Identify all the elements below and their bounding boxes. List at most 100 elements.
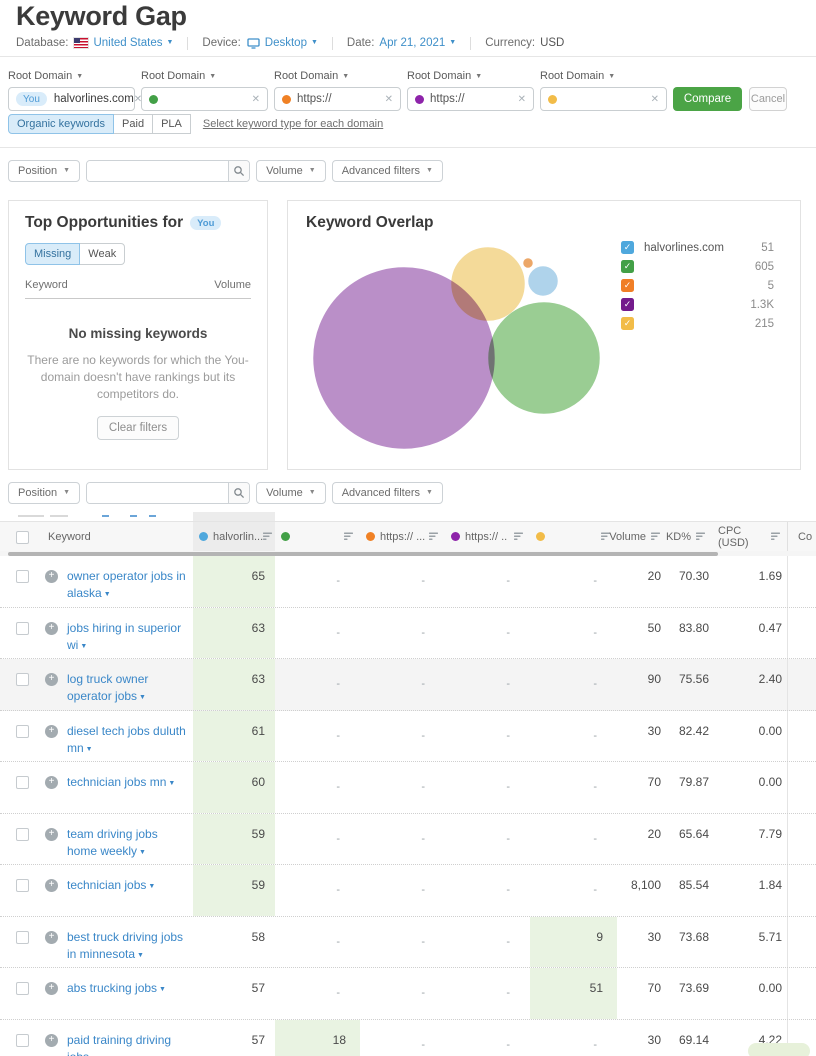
row-checkbox[interactable] xyxy=(16,776,29,789)
you-badge: You xyxy=(190,216,221,230)
keyword-link[interactable]: technician jobs▼ xyxy=(67,877,191,916)
domain-input-1[interactable]: Youhalvorlines.com✕ xyxy=(8,87,135,111)
root-domain-dropdown[interactable]: Root Domain▼ xyxy=(274,70,401,82)
tab-weak[interactable]: Weak xyxy=(79,243,125,265)
sort-icon[interactable] xyxy=(651,532,661,541)
position-cell-purple: - xyxy=(445,762,530,813)
row-checkbox[interactable] xyxy=(16,673,29,686)
row-checkbox[interactable] xyxy=(16,828,29,841)
header-label: https:// ... xyxy=(380,531,425,543)
position-cell-orange: - xyxy=(360,917,445,968)
close-icon[interactable]: ✕ xyxy=(252,94,260,105)
position-cell-you: 60 xyxy=(193,762,275,813)
add-keyword-icon[interactable]: + xyxy=(45,570,58,583)
volume-filter-button[interactable]: Volume▼ xyxy=(256,482,326,504)
database-select[interactable]: United States▼ xyxy=(93,37,173,49)
row-checkbox[interactable] xyxy=(16,1034,29,1047)
clear-filters-button[interactable]: Clear filters xyxy=(97,416,179,440)
root-domain-dropdown[interactable]: Root Domain▼ xyxy=(540,70,667,82)
domain-input-4[interactable]: https://✕ xyxy=(407,87,534,111)
sort-icon[interactable] xyxy=(263,532,273,541)
close-icon[interactable]: ✕ xyxy=(518,94,526,105)
keyword-cell: + abs trucking jobs▼ xyxy=(45,968,193,1019)
position-cell-you: 61 xyxy=(193,711,275,762)
add-keyword-icon[interactable]: + xyxy=(45,828,58,841)
search-icon[interactable] xyxy=(228,483,249,503)
position-cell-orange: - xyxy=(360,608,445,659)
sort-icon[interactable] xyxy=(344,532,354,541)
position-filter-button[interactable]: Position▼ xyxy=(8,160,80,182)
add-keyword-icon[interactable]: + xyxy=(45,673,58,686)
compare-button[interactable]: Compare xyxy=(673,87,742,111)
domain-input-5[interactable]: ✕ xyxy=(540,87,667,111)
position-cell-green: - xyxy=(275,865,360,916)
keyword-link[interactable]: paid training driving jobs▼ xyxy=(67,1032,191,1056)
row-select-cell xyxy=(0,659,45,710)
tab-missing[interactable]: Missing xyxy=(25,243,80,265)
device-select[interactable]: Desktop▼ xyxy=(265,37,318,49)
add-keyword-icon[interactable]: + xyxy=(45,622,58,635)
position-cell-orange: - xyxy=(360,711,445,762)
volume-filter-button[interactable]: Volume▼ xyxy=(256,160,326,182)
row-checkbox[interactable] xyxy=(16,982,29,995)
domain-color-dot xyxy=(415,95,424,104)
root-domain-dropdown[interactable]: Root Domain▼ xyxy=(407,70,534,82)
add-keyword-icon[interactable]: + xyxy=(45,879,58,892)
sort-icon[interactable] xyxy=(696,532,706,541)
tab-pla[interactable]: PLA xyxy=(152,114,191,134)
sort-icon[interactable] xyxy=(429,532,439,541)
add-keyword-icon[interactable]: + xyxy=(45,776,58,789)
legend-checkbox[interactable]: ✓ xyxy=(621,317,634,330)
row-checkbox[interactable] xyxy=(16,570,29,583)
legend-checkbox[interactable]: ✓ xyxy=(621,260,634,273)
select-all-checkbox[interactable] xyxy=(16,531,29,544)
legend-checkbox[interactable]: ✓ xyxy=(621,298,634,311)
close-icon[interactable]: ✕ xyxy=(385,94,393,105)
add-keyword-icon[interactable]: + xyxy=(45,931,58,944)
keyword-link[interactable]: diesel tech jobs duluth mn▼ xyxy=(67,723,191,762)
scrollbar-thumb[interactable] xyxy=(8,552,718,556)
row-checkbox[interactable] xyxy=(16,622,29,635)
select-keyword-type-link[interactable]: Select keyword type for each domain xyxy=(203,118,383,130)
chevron-down-icon: ▼ xyxy=(309,489,316,496)
competition-cell xyxy=(787,556,816,607)
keyword-link[interactable]: owner operator jobs in alaska▼ xyxy=(67,568,191,607)
keyword-link[interactable]: log truck owner operator jobs▼ xyxy=(67,671,191,710)
keyword-search-input[interactable] xyxy=(87,483,228,503)
keyword-link[interactable]: jobs hiring in superior wi▼ xyxy=(67,620,191,659)
keyword-cell: + log truck owner operator jobs▼ xyxy=(45,659,193,710)
keyword-link[interactable]: abs trucking jobs▼ xyxy=(67,980,191,1019)
keyword-link[interactable]: best truck driving jobs in minnesota▼ xyxy=(67,929,191,968)
advanced-filters-button[interactable]: Advanced filters▼ xyxy=(332,482,443,504)
domain-input-3[interactable]: https://✕ xyxy=(274,87,401,111)
add-keyword-icon[interactable]: + xyxy=(45,1034,58,1047)
sort-icon[interactable] xyxy=(514,532,524,541)
table-body: +owner operator jobs in alaska▼65----207… xyxy=(0,556,816,1056)
advanced-filters-button[interactable]: Advanced filters▼ xyxy=(332,160,443,182)
legend-checkbox[interactable]: ✓ xyxy=(621,241,634,254)
root-domain-dropdown[interactable]: Root Domain▼ xyxy=(141,70,268,82)
add-keyword-icon[interactable]: + xyxy=(45,982,58,995)
position-cell-you: 65 xyxy=(193,556,275,607)
keyword-link[interactable]: team driving jobs home weekly▼ xyxy=(67,826,191,865)
tab-organic-keywords[interactable]: Organic keywords xyxy=(8,114,114,134)
sort-icon[interactable] xyxy=(771,532,781,541)
cancel-button[interactable]: Cancel xyxy=(749,87,787,111)
position-filter-button[interactable]: Position▼ xyxy=(8,482,80,504)
domain-input-2[interactable]: ✕ xyxy=(141,87,268,111)
search-icon[interactable] xyxy=(228,161,249,181)
add-keyword-icon[interactable]: + xyxy=(45,725,58,738)
keyword-search-input[interactable] xyxy=(87,161,228,181)
row-checkbox[interactable] xyxy=(16,931,29,944)
root-domain-dropdown[interactable]: Root Domain▼ xyxy=(8,70,135,82)
row-checkbox[interactable] xyxy=(16,879,29,892)
close-icon[interactable]: ✕ xyxy=(651,94,659,105)
legend-checkbox[interactable]: ✓ xyxy=(621,279,634,292)
cpc-cell: 0.00 xyxy=(712,762,787,813)
tab-paid[interactable]: Paid xyxy=(113,114,153,134)
keyword-link[interactable]: technician jobs mn▼ xyxy=(67,774,191,813)
date-select[interactable]: Apr 21, 2021▼ xyxy=(379,37,456,49)
row-checkbox[interactable] xyxy=(16,725,29,738)
position-cell-you: 59 xyxy=(193,865,275,916)
keyword-cell: + diesel tech jobs duluth mn▼ xyxy=(45,711,193,762)
